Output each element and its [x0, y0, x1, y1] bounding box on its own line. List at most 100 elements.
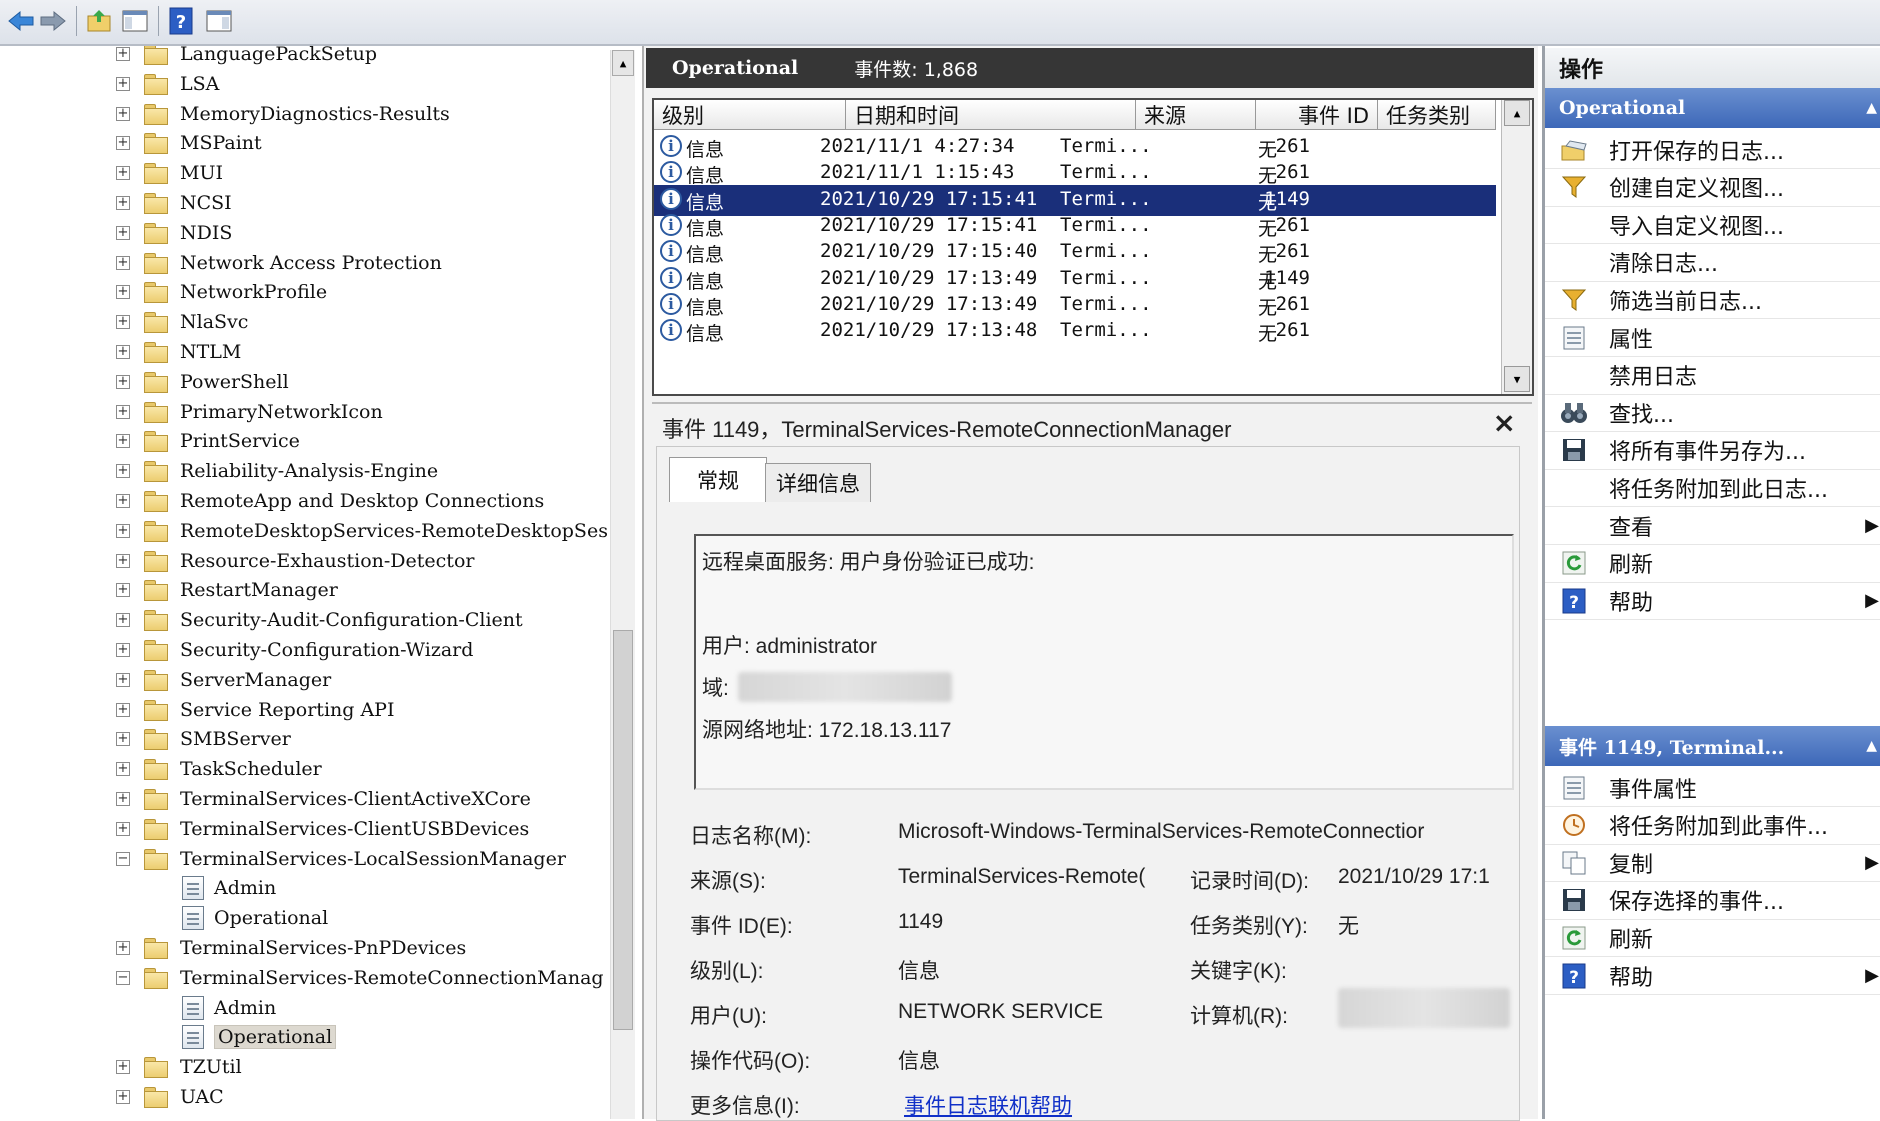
tree-folder-item[interactable]: + Security-Audit-Configuration-Client	[116, 606, 523, 634]
tree-folder-item[interactable]: + LanguagePackSetup	[116, 46, 377, 68]
tree-folder-item[interactable]: + MUI	[116, 159, 223, 187]
tree-folder-item[interactable]: + NDIS	[116, 219, 232, 247]
expand-icon[interactable]: +	[116, 136, 130, 151]
action-item[interactable]: 查找...	[1545, 394, 1880, 433]
expand-icon[interactable]: +	[116, 643, 130, 657]
forward-icon[interactable]	[36, 4, 70, 38]
expand-icon[interactable]: +	[116, 583, 130, 598]
expand-icon[interactable]: +	[116, 702, 130, 717]
tree-folder-item[interactable]: + TaskScheduler	[116, 755, 322, 783]
tree-folder-item[interactable]: + Security-Configuration-Wizard	[116, 636, 473, 664]
tree-folder-item[interactable]: + PrimaryNetworkIcon	[116, 398, 383, 426]
column-source[interactable]: 来源	[1136, 100, 1256, 130]
expand-icon[interactable]: +	[116, 494, 130, 508]
tree-folder-item[interactable]: + TZUtil	[116, 1053, 242, 1081]
action-item[interactable]: 事件属性	[1545, 769, 1880, 807]
expand-icon[interactable]: +	[116, 523, 130, 538]
action-item[interactable]: 清除日志...	[1545, 244, 1880, 282]
actions-section-log[interactable]: Operational ▲	[1545, 88, 1880, 128]
tree-log-item[interactable]: Admin	[182, 874, 276, 902]
tree-folder-item[interactable]: + RemoteDesktopServices-RemoteDesktopSes	[116, 517, 608, 545]
column-datetime[interactable]: 日期和时间	[846, 100, 1136, 130]
tree-folder-item[interactable]: + RemoteApp and Desktop Connections	[116, 487, 544, 515]
tree-folder-item[interactable]: + UAC	[116, 1083, 224, 1111]
expand-icon[interactable]: +	[116, 76, 130, 91]
collapse-icon[interactable]: ▲	[1866, 738, 1877, 754]
tree-folder-item[interactable]: + PrintService	[116, 427, 300, 455]
action-item[interactable]: 导入自定义视图...	[1545, 206, 1880, 245]
column-level[interactable]: 级别	[654, 100, 846, 130]
action-item[interactable]: 属性	[1545, 319, 1880, 357]
column-event-id[interactable]: 事件 ID	[1256, 100, 1378, 130]
expand-icon[interactable]: +	[116, 613, 130, 628]
tree-log-item[interactable]: Operational	[182, 904, 328, 932]
action-item[interactable]: 将任务附加到此事件...	[1545, 807, 1880, 845]
tree-folder-item[interactable]: + Network Access Protection	[116, 249, 442, 277]
scroll-thumb[interactable]	[613, 630, 633, 1030]
expand-icon[interactable]: +	[116, 821, 130, 836]
event-row[interactable]: i 信息 2021/10/29 17:13:48 Termi... 261 无	[654, 316, 1496, 347]
tree-folder-item[interactable]: + NetworkProfile	[116, 278, 327, 306]
collapse-icon[interactable]: −	[116, 970, 130, 985]
tree-folder-item[interactable]: + RestartManager	[116, 576, 338, 604]
expand-icon[interactable]: +	[116, 374, 130, 389]
expand-icon[interactable]: +	[116, 1060, 130, 1075]
expand-icon[interactable]: +	[116, 404, 130, 419]
tree-folder-item[interactable]: + NTLM	[116, 338, 241, 366]
expand-icon[interactable]: +	[116, 345, 130, 359]
expand-icon[interactable]: +	[116, 464, 130, 479]
tree-folder-item[interactable]: + TerminalServices-ClientUSBDevices	[116, 815, 529, 843]
expand-icon[interactable]: +	[116, 941, 130, 955]
show-hide-action-icon[interactable]	[202, 4, 236, 38]
column-task-category[interactable]: 任务类别	[1378, 100, 1496, 130]
scroll-down-icon[interactable]: ▼	[1504, 366, 1530, 392]
tree-folder-item[interactable]: + NCSI	[116, 189, 232, 217]
actions-section-event[interactable]: 事件 1149, Terminal... ▲	[1545, 726, 1880, 766]
expand-icon[interactable]: +	[116, 47, 130, 61]
tree-folder-item[interactable]: + TerminalServices-ClientActiveXCore	[116, 785, 531, 813]
expand-icon[interactable]: +	[116, 315, 130, 330]
action-item[interactable]: 复制 ▶	[1545, 844, 1880, 883]
close-icon[interactable]: ×	[1493, 406, 1516, 439]
expand-icon[interactable]: +	[116, 732, 130, 747]
expand-icon[interactable]: +	[116, 285, 130, 300]
tree-folder-item[interactable]: + LSA	[116, 70, 219, 98]
tree-log-item[interactable]: Operational	[182, 1023, 337, 1051]
tree-folder-item[interactable]: + PowerShell	[116, 368, 289, 396]
tree-folder-item[interactable]: + Resource-Exhaustion-Detector	[116, 547, 474, 575]
action-item[interactable]: 筛选当前日志...	[1545, 281, 1880, 320]
tree-folder-item[interactable]: + Service Reporting API	[116, 696, 394, 724]
collapse-icon[interactable]: −	[116, 851, 130, 866]
up-folder-icon[interactable]	[82, 4, 116, 38]
tree-scrollbar[interactable]: ▲	[610, 50, 635, 1119]
tree-log-item[interactable]: Admin	[182, 994, 276, 1022]
expand-icon[interactable]: +	[116, 434, 130, 449]
tab-details[interactable]: 详细信息	[765, 463, 871, 502]
expand-icon[interactable]: +	[116, 166, 130, 181]
tree-folder-item[interactable]: + Reliability-Analysis-Engine	[116, 457, 438, 485]
more-info-link[interactable]: 事件日志联机帮助	[904, 1090, 1072, 1120]
tree-folder-item[interactable]: − TerminalServices-RemoteConnectionManag	[116, 964, 604, 992]
show-hide-tree-icon[interactable]	[118, 4, 152, 38]
action-item[interactable]: ? 帮助 ▶	[1545, 957, 1880, 995]
tab-general[interactable]: 常规	[669, 457, 767, 502]
tree-folder-item[interactable]: + ServerManager	[116, 666, 331, 694]
event-list-scrollbar[interactable]: ▲ ▼	[1501, 100, 1532, 394]
action-item[interactable]: 创建自定义视图...	[1545, 169, 1880, 207]
expand-icon[interactable]: +	[116, 225, 130, 240]
tree-folder-item[interactable]: + MemoryDiagnostics-Results	[116, 100, 450, 128]
tree-folder-item[interactable]: + NlaSvc	[116, 308, 248, 336]
action-item[interactable]: ? 帮助 ▶	[1545, 582, 1880, 621]
expand-icon[interactable]: +	[116, 672, 130, 687]
action-item[interactable]: 将所有事件另存为...	[1545, 432, 1880, 470]
tree-folder-item[interactable]: − TerminalServices-LocalSessionManager	[116, 845, 566, 873]
back-icon[interactable]	[4, 4, 38, 38]
expand-icon[interactable]: +	[116, 553, 130, 568]
collapse-icon[interactable]: ▲	[1866, 100, 1877, 116]
help-icon[interactable]: ?	[164, 4, 198, 38]
expand-icon[interactable]: +	[116, 1090, 130, 1104]
action-item[interactable]: 打开保存的日志...	[1545, 131, 1880, 169]
tree-folder-item[interactable]: + TerminalServices-PnPDevices	[116, 934, 466, 962]
tree-folder-item[interactable]: + MSPaint	[116, 129, 262, 157]
scroll-up-icon[interactable]: ▲	[1504, 100, 1530, 126]
